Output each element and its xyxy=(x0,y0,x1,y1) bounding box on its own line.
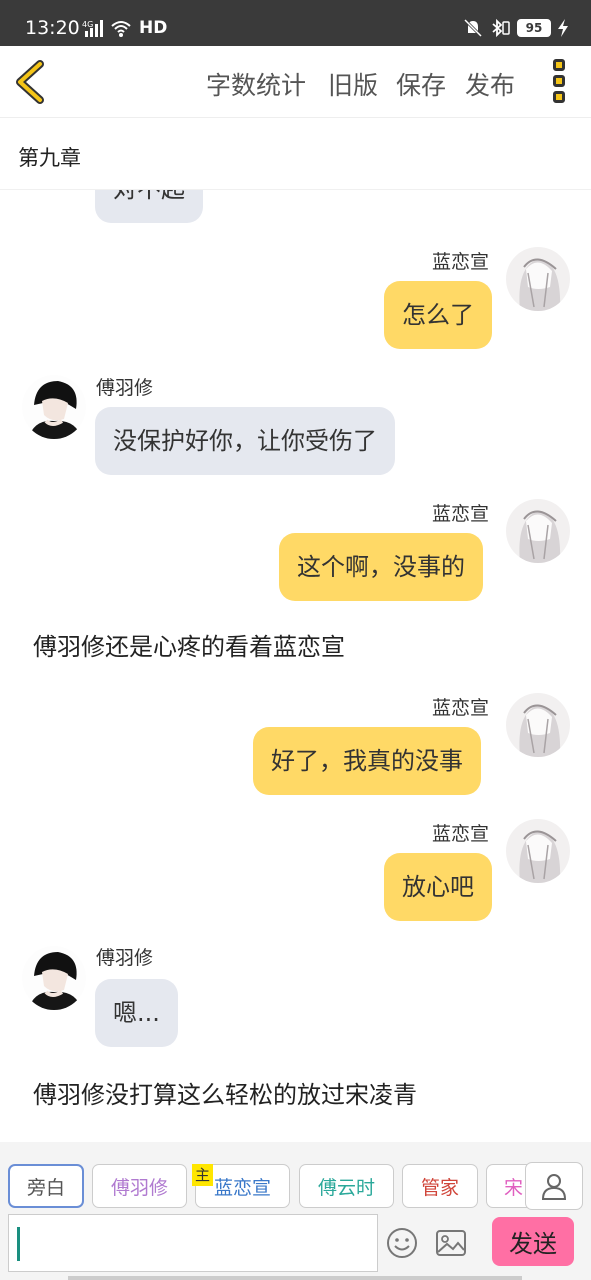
network-type: 4G xyxy=(82,20,93,29)
back-chevron-icon[interactable] xyxy=(12,60,52,104)
word-count-button[interactable]: 字数统计 xyxy=(206,66,306,102)
message-bubble[interactable]: 没保护好你，让你受伤了 xyxy=(95,407,395,475)
message-bubble[interactable]: 嗯... xyxy=(95,979,178,1047)
old-version-button[interactable]: 旧版 xyxy=(328,66,378,102)
character-chip-label: 旁白 xyxy=(26,1176,65,1199)
avatar-lanlianxuan[interactable] xyxy=(506,819,570,883)
sender-name: 傅羽修 xyxy=(96,947,154,969)
message-input[interactable] xyxy=(8,1214,378,1272)
character-chip-label: 蓝恋宣 xyxy=(213,1176,271,1199)
character-chip-butler[interactable]: 管家 xyxy=(402,1164,478,1208)
status-bar: 13:20 4G HD 95 xyxy=(0,0,591,46)
person-icon xyxy=(541,1174,567,1200)
avatar-fuyuxiu[interactable] xyxy=(22,375,86,439)
composer-bar: 旁白 傅羽修 蓝恋宣 傅云时 管家 宋 主 发送 xyxy=(0,1142,591,1280)
editor-toolbar: 字数统计 旧版 保存 发布 xyxy=(0,46,591,118)
status-time: 13:20 xyxy=(25,17,80,39)
character-chip-label: 宋 xyxy=(504,1176,524,1199)
more-menu-icon[interactable] xyxy=(549,59,569,105)
sender-name: 傅羽修 xyxy=(96,377,154,399)
sender-name: 蓝恋宣 xyxy=(432,823,490,845)
avatar-lanlianxuan[interactable] xyxy=(506,693,570,757)
character-chip-label: 管家 xyxy=(420,1176,459,1199)
character-manage-button[interactable] xyxy=(525,1162,583,1210)
battery-icon: 95 xyxy=(517,19,551,37)
character-selector: 旁白 傅羽修 蓝恋宣 傅云时 管家 宋 xyxy=(0,1162,591,1210)
character-chip-fuyuxiu[interactable]: 傅羽修 xyxy=(92,1164,187,1208)
avatar-lanlianxuan[interactable] xyxy=(506,247,570,311)
bluetooth-vibrate-icon xyxy=(492,18,510,38)
publish-button[interactable]: 发布 xyxy=(465,66,515,102)
send-button[interactable]: 发送 xyxy=(492,1217,574,1266)
character-chip-label: 傅羽修 xyxy=(110,1176,168,1199)
main-character-tag: 主 xyxy=(192,1164,214,1186)
save-button[interactable]: 保存 xyxy=(396,66,446,102)
message-bubble[interactable]: 这个啊，没事的 xyxy=(279,533,483,601)
message-bubble[interactable]: 好了，我真的没事 xyxy=(253,727,481,795)
text-caret xyxy=(17,1227,20,1261)
mute-icon xyxy=(463,18,483,38)
chapter-title: 第九章 xyxy=(18,146,81,170)
character-chip-label: 傅云时 xyxy=(317,1176,375,1199)
app: 13:20 4G HD 95 字数统计 旧版 保存 发布 第九章 蓝恋宣 怎么了… xyxy=(0,0,591,1280)
image-icon[interactable] xyxy=(434,1226,468,1260)
chat-area[interactable]: 对不起 蓝恋宣 怎么了 傅羽修 没保护好你，让你受伤了 蓝恋宣 这个啊，没事的 xyxy=(0,190,591,1142)
charging-icon xyxy=(558,19,568,37)
narration-text[interactable]: 傅羽修还是心疼的看着蓝恋宣 xyxy=(33,627,345,662)
message-bubble[interactable]: 对不起 xyxy=(95,190,203,223)
message-bubble[interactable]: 放心吧 xyxy=(384,853,492,921)
avatar-lanlianxuan[interactable] xyxy=(506,499,570,563)
emoji-icon[interactable] xyxy=(385,1226,419,1260)
narration-text[interactable]: 傅羽修没打算这么轻松的放过宋凌青 xyxy=(33,1075,417,1110)
character-chip-fuyunshi[interactable]: 傅云时 xyxy=(299,1164,394,1208)
sender-name: 蓝恋宣 xyxy=(432,697,490,719)
signal-icon: 4G xyxy=(82,20,131,37)
status-right: 95 xyxy=(463,18,569,38)
sender-name: 蓝恋宣 xyxy=(432,251,490,273)
chapter-header[interactable]: 第九章 xyxy=(0,118,591,190)
message-bubble[interactable]: 怎么了 xyxy=(384,281,492,349)
gesture-bar xyxy=(68,1276,522,1280)
sender-name: 蓝恋宣 xyxy=(432,503,490,525)
character-chip-narrator[interactable]: 旁白 xyxy=(8,1164,84,1208)
hd-indicator: HD xyxy=(139,18,168,38)
avatar-fuyuxiu[interactable] xyxy=(22,946,86,1010)
